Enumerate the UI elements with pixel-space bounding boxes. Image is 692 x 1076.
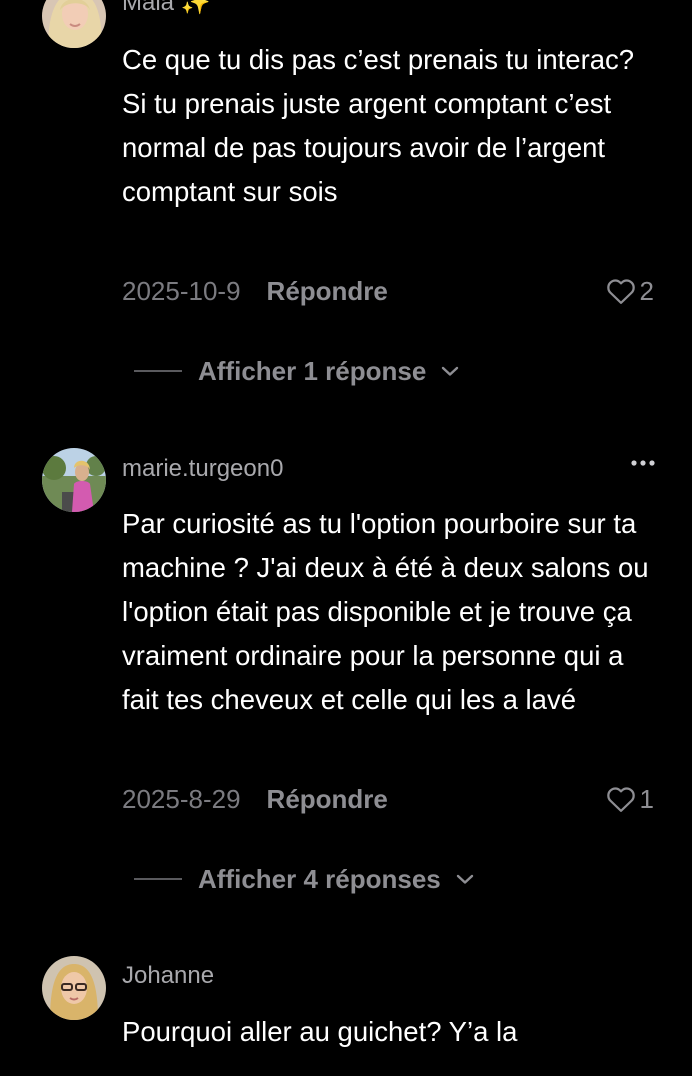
comment-date: 2025-10-9 (122, 275, 241, 306)
comment-text: Par curiosité as tu l'option pourboire s… (122, 508, 649, 715)
comment-text: Pourquoi aller au guichet? Y’a la (122, 1016, 518, 1047)
avatar[interactable] (42, 956, 106, 1020)
comment-username[interactable]: Maia ✨ (122, 0, 211, 17)
more-horizontal-icon (631, 460, 655, 466)
reply-button[interactable]: Répondre (267, 784, 388, 815)
more-options-button[interactable] (630, 456, 656, 470)
heart-outline-icon (606, 787, 635, 812)
show-replies-label: Afficher 4 réponses (198, 863, 441, 894)
heart-outline-icon (606, 279, 635, 304)
comment-username[interactable]: Johanne (122, 962, 214, 990)
like-count: 1 (639, 783, 654, 814)
comment-username[interactable]: marie.turgeon0 (122, 455, 283, 483)
show-replies-label: Afficher 1 réponse (198, 355, 427, 386)
reply-button[interactable]: Répondre (267, 276, 388, 307)
replies-divider (134, 370, 182, 372)
comment-meta: 2025-8-29 Répondre 1 (122, 779, 654, 819)
chevron-down-icon (456, 874, 473, 884)
show-replies-button[interactable]: Afficher 1 réponse (134, 351, 460, 391)
comment-text: Ce que tu dis pas c’est prenais tu inter… (122, 44, 635, 207)
like-count: 2 (639, 275, 654, 306)
like-button[interactable]: 1 (606, 784, 654, 815)
comment-date: 2025-8-29 (122, 783, 241, 814)
avatar[interactable] (42, 448, 106, 512)
show-replies-button[interactable]: Afficher 4 réponses (134, 859, 475, 899)
replies-divider (134, 878, 182, 880)
chevron-down-icon (442, 366, 459, 376)
comment-meta: 2025-10-9 Répondre 2 (122, 271, 654, 311)
like-button[interactable]: 2 (606, 276, 654, 307)
avatar[interactable] (42, 0, 106, 48)
